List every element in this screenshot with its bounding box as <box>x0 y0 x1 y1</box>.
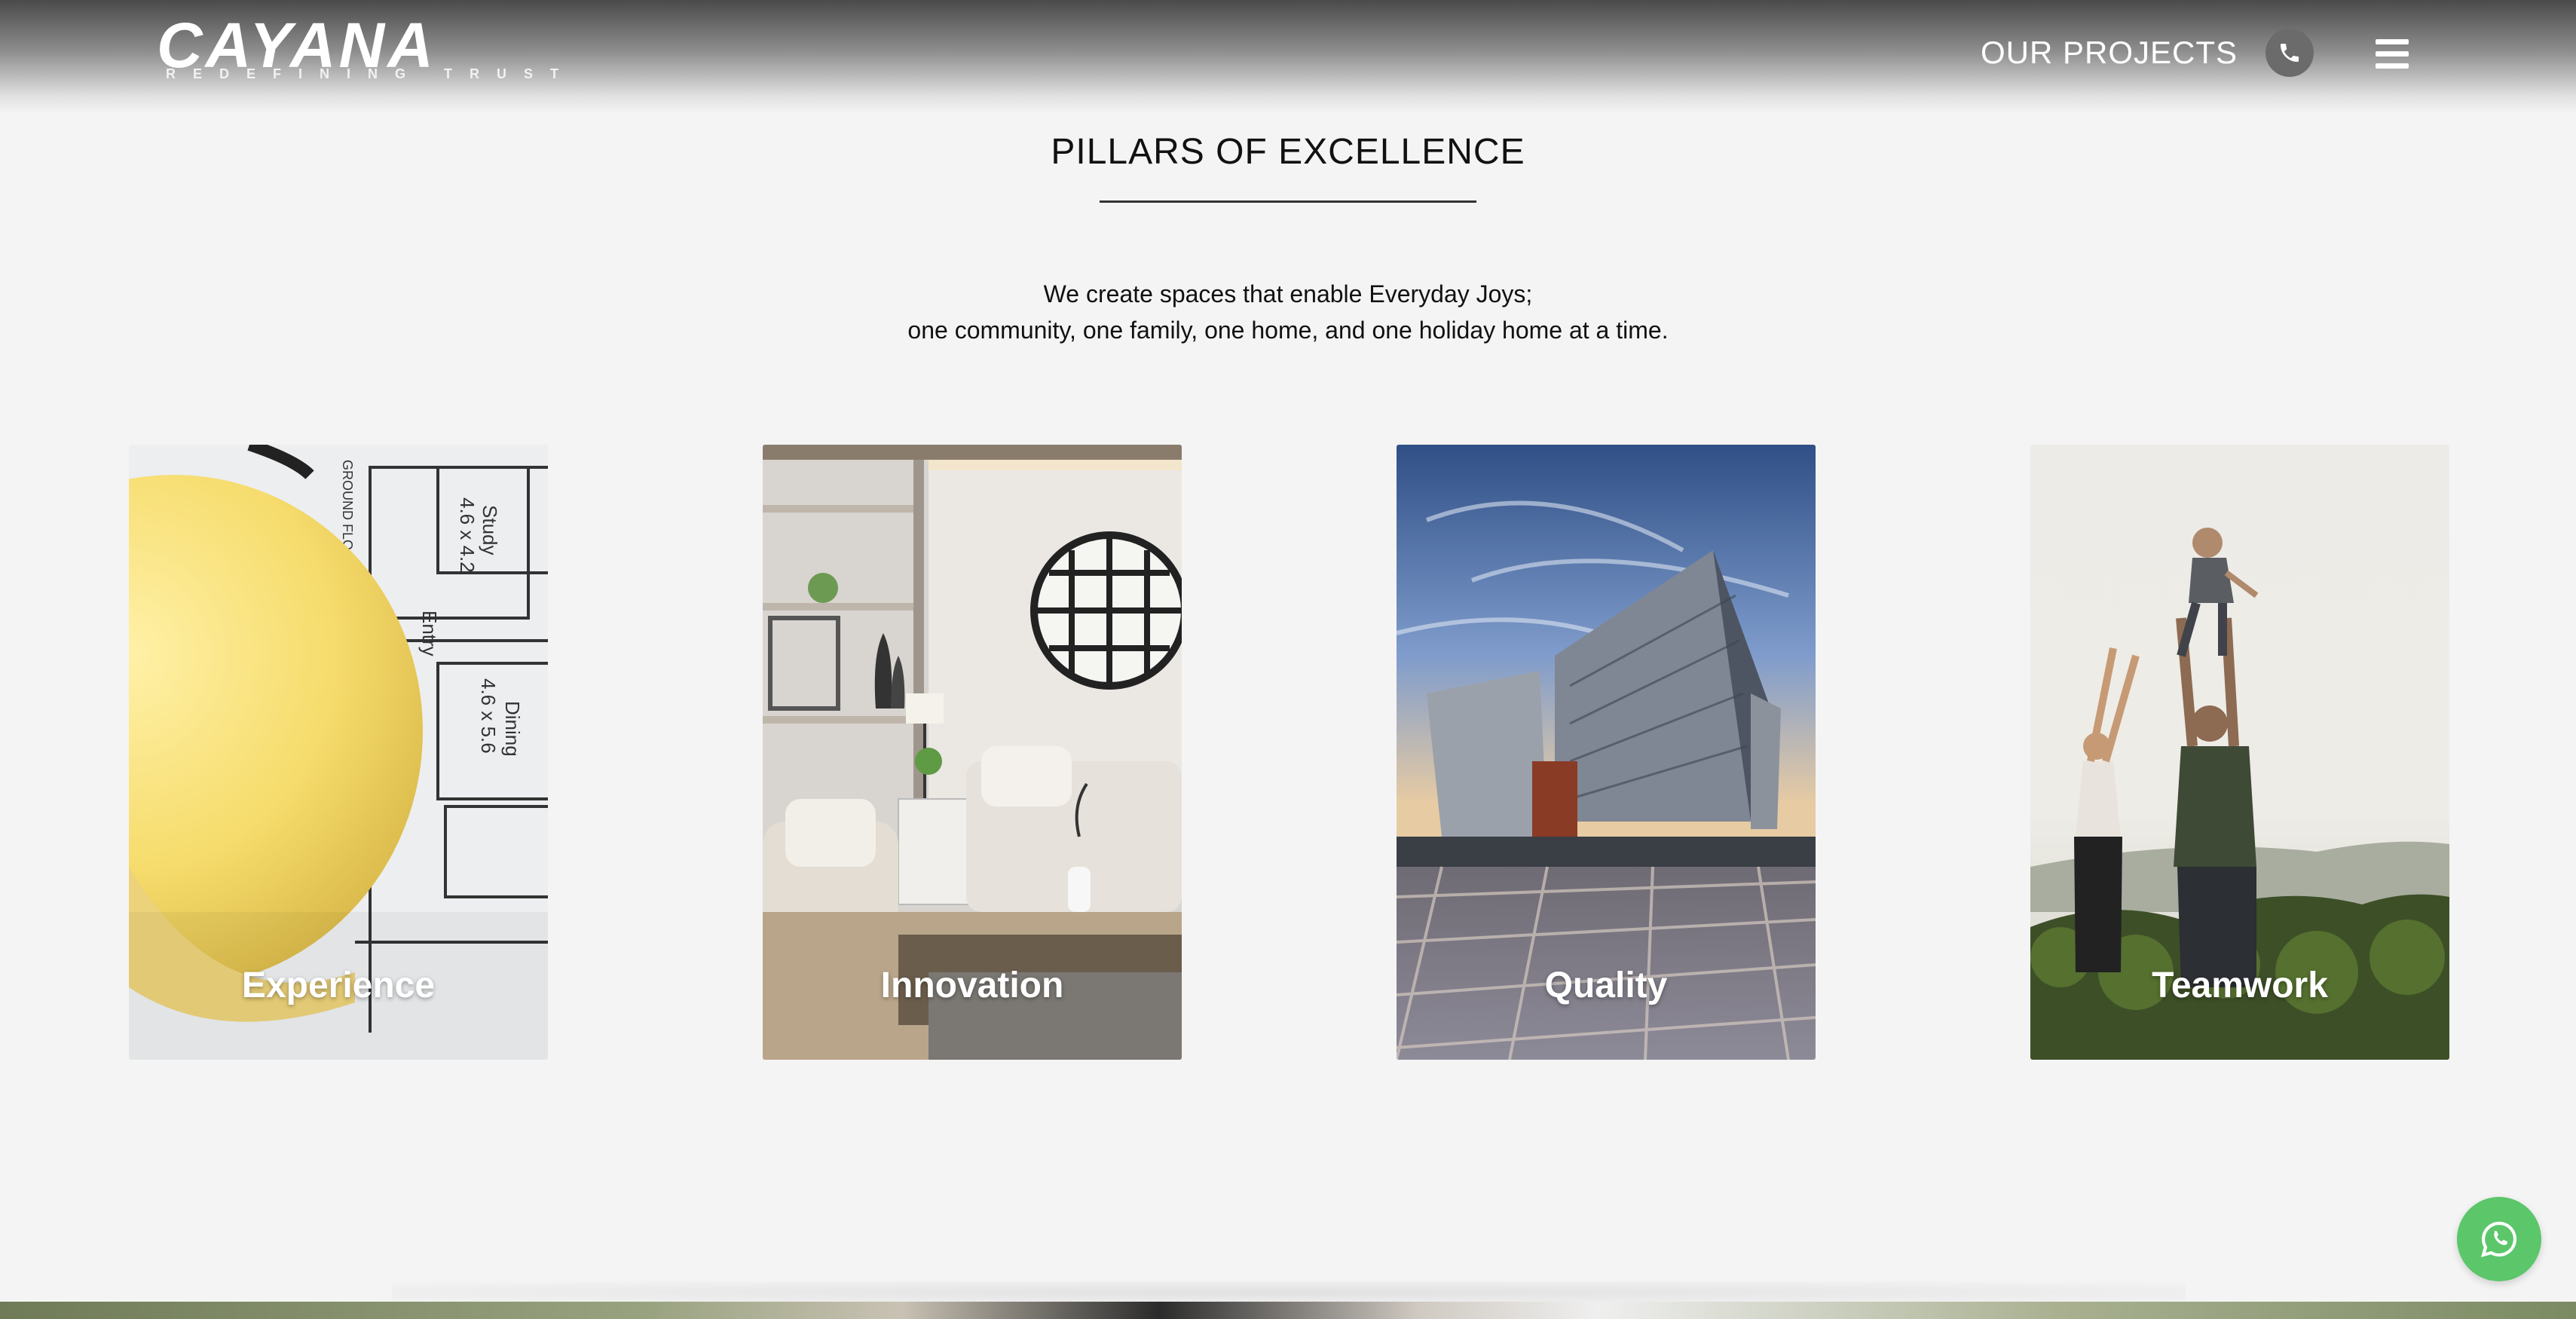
svg-text:4.6 x 4.2: 4.6 x 4.2 <box>456 497 479 573</box>
pillar-label-quality: Quality <box>1544 966 1668 1005</box>
svg-text:4.6 x 5.6: 4.6 x 5.6 <box>477 678 500 754</box>
brand-logo[interactable]: CAYANA REDEFINING TRUST <box>157 14 558 86</box>
next-section-image-edge <box>0 1302 2576 1319</box>
svg-text:Dining: Dining <box>501 701 524 757</box>
whatsapp-icon <box>2480 1221 2517 1257</box>
brand-tagline: REDEFINING TRUST <box>166 66 577 81</box>
phone-icon <box>2281 44 2299 62</box>
title-divider <box>1100 200 1476 203</box>
intro-line-2: one community, one family, one home, and… <box>907 317 1669 344</box>
section-title: PILLARS OF EXCELLENCE <box>1051 132 1525 172</box>
intro-line-1: We create spaces that enable Everyday Jo… <box>1043 280 1533 308</box>
svg-text:Entry: Entry <box>418 611 441 656</box>
svg-text:Study: Study <box>479 505 501 555</box>
whatsapp-chat-button[interactable] <box>2457 1197 2541 1281</box>
hamburger-menu-icon[interactable] <box>2376 39 2409 69</box>
pillar-label-innovation: Innovation <box>880 966 1064 1005</box>
phone-button[interactable] <box>2265 29 2314 77</box>
site-header: CAYANA REDEFINING TRUST OUR PROJECTS <box>0 0 2576 113</box>
pillar-label-experience: Experience <box>241 966 436 1005</box>
pillar-label-teamwork: Teamwork <box>2152 966 2328 1005</box>
section-shadow <box>392 1281 2186 1304</box>
nav-our-projects-link[interactable]: OUR PROJECTS <box>1981 35 2238 71</box>
